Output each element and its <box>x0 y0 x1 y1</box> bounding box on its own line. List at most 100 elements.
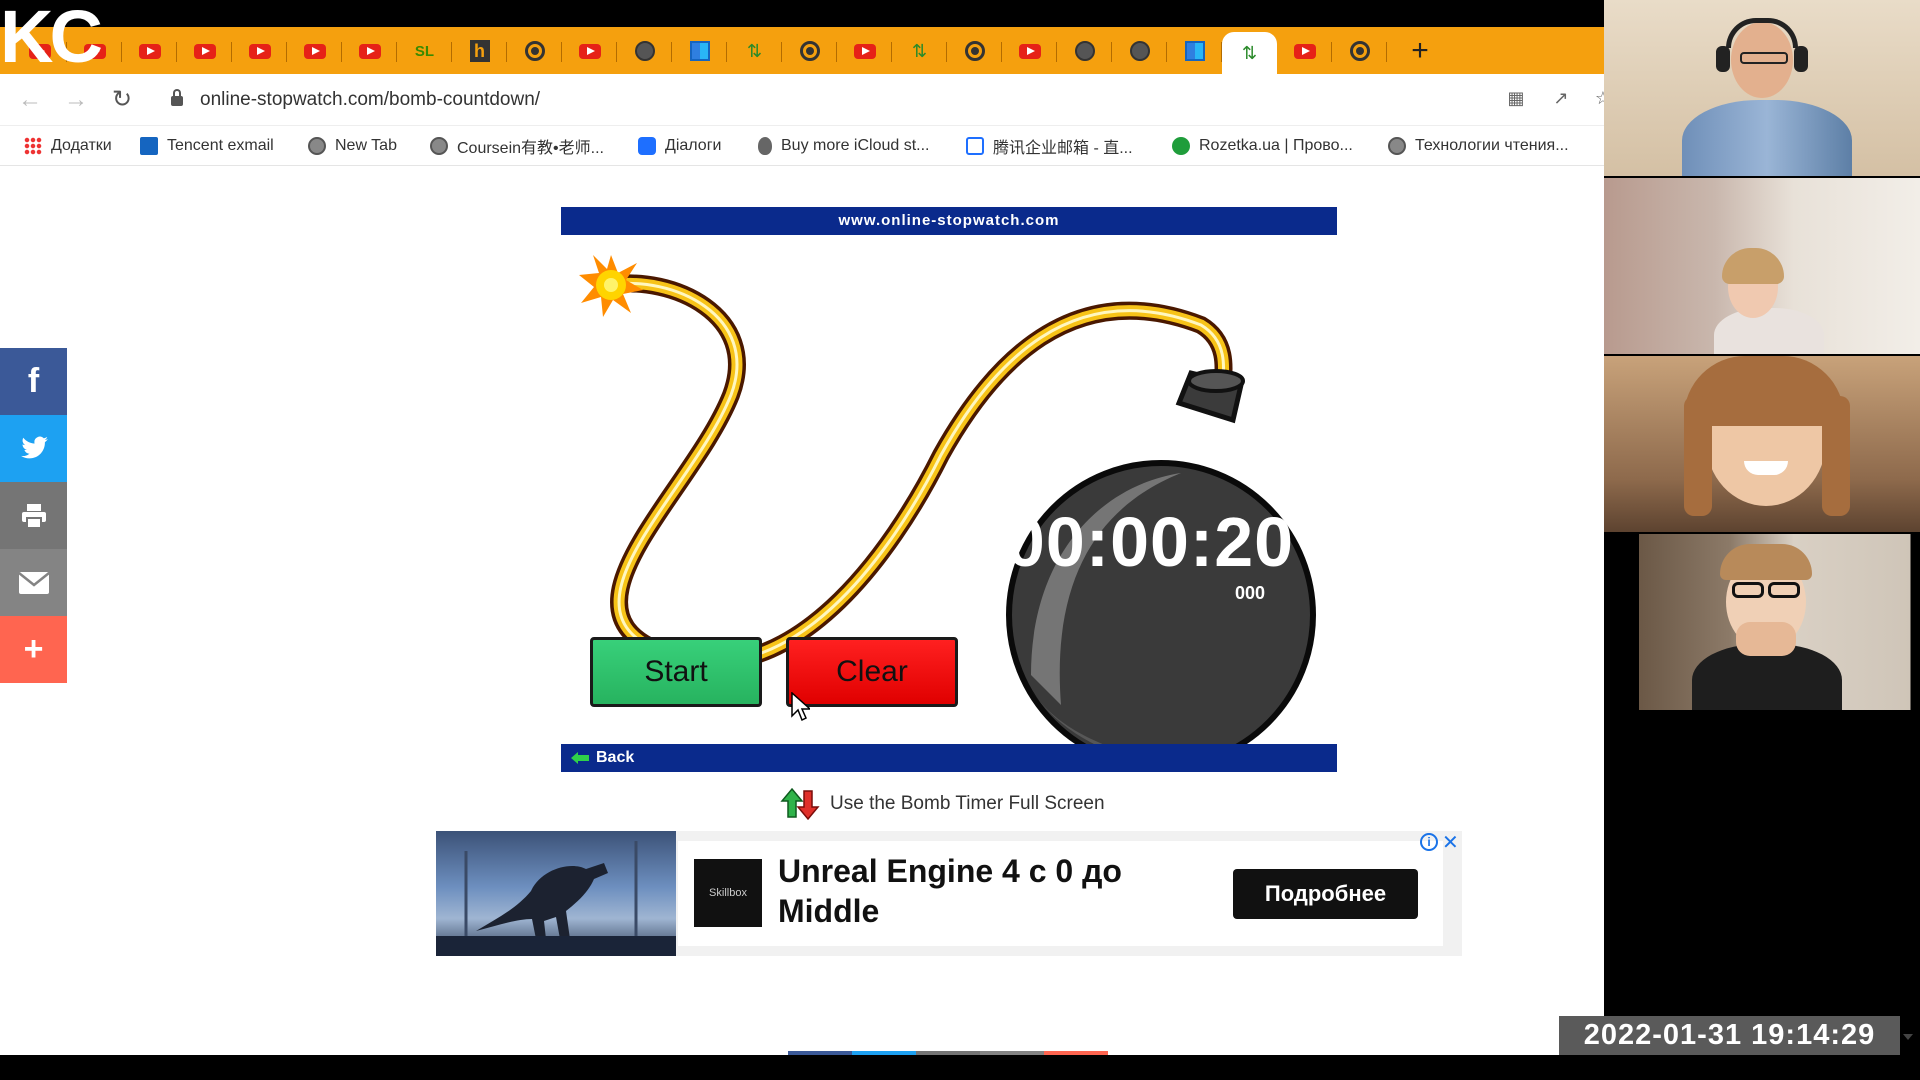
up-down-arrows-icon: ⇅ <box>1241 42 1258 63</box>
bookmark-label: Rozetka.ua | Прово... <box>1199 137 1353 154</box>
youtube-icon <box>1293 43 1316 59</box>
email-icon[interactable] <box>0 549 67 616</box>
tab-separator <box>1386 42 1387 62</box>
countdown-display: 00:00:20 <box>1005 503 1295 581</box>
bookmark-item[interactable]: 腾讯企业邮箱 - 直... <box>966 135 1133 157</box>
bookmark-item[interactable]: Додатки <box>24 135 112 157</box>
print-icon[interactable] <box>0 482 67 549</box>
bookmark-label: Coursein有教•老师... <box>457 140 604 157</box>
forward-arrow-icon[interactable]: → <box>62 86 90 114</box>
milliseconds-display: 000 <box>1234 583 1266 603</box>
translate-icon[interactable]: ▦ <box>1505 88 1527 110</box>
browser-tab[interactable] <box>837 32 892 70</box>
browser-tab[interactable]: h <box>452 32 507 70</box>
globe-icon <box>430 137 448 155</box>
more-share-icon[interactable]: + <box>0 616 67 683</box>
sl-icon: SL <box>414 42 435 60</box>
browser-toolbar: ← → ↻ online-stopwatch.com/bomb-countdow… <box>0 74 1604 126</box>
browser-tab[interactable] <box>287 32 342 70</box>
fullscreen-arrows-icon <box>780 787 820 821</box>
participant-tile-child-1[interactable] <box>1604 178 1920 354</box>
browser-tab[interactable] <box>1112 32 1167 70</box>
clear-button[interactable]: Clear <box>786 637 958 707</box>
browser-tab[interactable] <box>507 32 562 70</box>
bookmark-item[interactable]: Технологии чтения... <box>1388 135 1569 157</box>
twitter-icon[interactable] <box>0 415 67 482</box>
address-bar[interactable]: online-stopwatch.com/bomb-countdown/ <box>200 89 540 111</box>
browser-tab[interactable] <box>1332 32 1387 70</box>
youtube-icon <box>853 43 876 59</box>
browser-tab[interactable]: ⇅ <box>892 32 947 70</box>
browser-tab[interactable] <box>617 32 672 70</box>
browser-tab[interactable] <box>177 32 232 70</box>
bottom-more-stub[interactable] <box>1044 1051 1108 1055</box>
globe-icon <box>1074 41 1095 61</box>
bookmark-item[interactable]: Buy more iCloud st... <box>758 135 930 157</box>
new-tab-button[interactable]: + <box>1405 32 1435 70</box>
start-button[interactable]: Start <box>590 637 762 707</box>
facebook-icon[interactable]: f <box>0 348 67 415</box>
browser-tab[interactable] <box>562 32 617 70</box>
grid-app-icon <box>689 41 710 61</box>
spark-icon <box>579 255 643 317</box>
browser-tab[interactable] <box>782 32 837 70</box>
browser-tab[interactable]: SL <box>397 32 452 70</box>
bottom-email-stub[interactable] <box>980 1051 1044 1055</box>
ad-dinosaur-image <box>436 831 676 956</box>
browser-tab[interactable] <box>122 32 177 70</box>
bookmark-item[interactable]: Coursein有教•老师... <box>430 135 604 157</box>
ad-info-icon[interactable]: i <box>1420 833 1438 851</box>
bottom-print-stub[interactable] <box>916 1051 980 1055</box>
share-icon[interactable]: ↗ <box>1550 88 1572 110</box>
scroll-down-arrow-icon[interactable] <box>1903 1034 1913 1040</box>
bookmark-item[interactable]: Tencent exmail <box>140 135 274 157</box>
chat-icon <box>638 137 656 155</box>
browser-tab[interactable] <box>342 32 397 70</box>
rozetka-icon <box>1172 137 1190 155</box>
back-arrow-icon[interactable]: ← <box>16 86 44 114</box>
bookmark-label: Додатки <box>51 137 112 154</box>
bottom-facebook-stub[interactable] <box>788 1051 852 1055</box>
browser-tab[interactable] <box>672 32 727 70</box>
up-down-arrows-icon: ⇅ <box>746 40 763 61</box>
back-bar[interactable]: Back <box>561 744 1337 772</box>
browser-tab[interactable] <box>1002 32 1057 70</box>
youtube-icon <box>303 43 326 59</box>
site-header[interactable]: www.online-stopwatch.com <box>561 207 1337 235</box>
bookmark-label: Діалоги <box>665 137 722 154</box>
qq-icon <box>966 137 984 155</box>
bookmark-item[interactable]: New Tab <box>308 135 397 157</box>
bookmark-item[interactable]: Rozetka.ua | Прово... <box>1172 135 1353 157</box>
participant-tile-child-3[interactable] <box>1604 534 1920 710</box>
browser-tab[interactable] <box>232 32 287 70</box>
browser-tab[interactable] <box>1277 32 1332 70</box>
participant-tile-teacher[interactable] <box>1604 0 1920 176</box>
fullscreen-link[interactable]: Use the Bomb Timer Full Screen <box>780 787 1105 821</box>
reload-icon[interactable]: ↻ <box>108 86 136 114</box>
ad-cta-button[interactable]: Подробнее <box>1233 869 1418 919</box>
browser-tab[interactable] <box>1057 32 1112 70</box>
participant-tile-child-2[interactable] <box>1604 356 1920 532</box>
chrome-icon <box>1349 41 1370 61</box>
bookmark-label: Технологии чтения... <box>1415 137 1569 154</box>
bookmark-star-icon[interactable]: ☆ <box>1592 88 1604 110</box>
advertisement[interactable]: Skillbox Unreal Engine 4 с 0 до Middle П… <box>436 831 1462 956</box>
bookmark-item[interactable]: Діалоги <box>638 135 721 157</box>
recording-timestamp: 2022-01-31 19:14:29 <box>1559 1016 1900 1055</box>
browser-tab[interactable] <box>1167 32 1222 70</box>
youtube-icon <box>358 43 381 59</box>
bookmark-label: New Tab <box>335 137 397 154</box>
bookmark-label: 腾讯企业邮箱 - 直... <box>993 140 1133 157</box>
browser-tab[interactable] <box>947 32 1002 70</box>
browser-tab[interactable]: ⇅ <box>1222 32 1277 74</box>
lock-icon[interactable] <box>170 88 184 106</box>
browser-tab[interactable]: ⇅ <box>727 32 782 70</box>
page-content: f + www.online-stopwatch.com 00:00:20 00… <box>0 167 1604 1055</box>
ad-close-icon[interactable]: ✕ <box>1442 830 1460 855</box>
chrome-icon <box>799 41 820 61</box>
youtube-icon <box>578 43 601 59</box>
bottom-twitter-stub[interactable] <box>852 1051 916 1055</box>
video-participants-panel <box>1604 0 1920 710</box>
bomb-cap <box>1175 369 1245 424</box>
envelope-icon <box>17 571 50 594</box>
